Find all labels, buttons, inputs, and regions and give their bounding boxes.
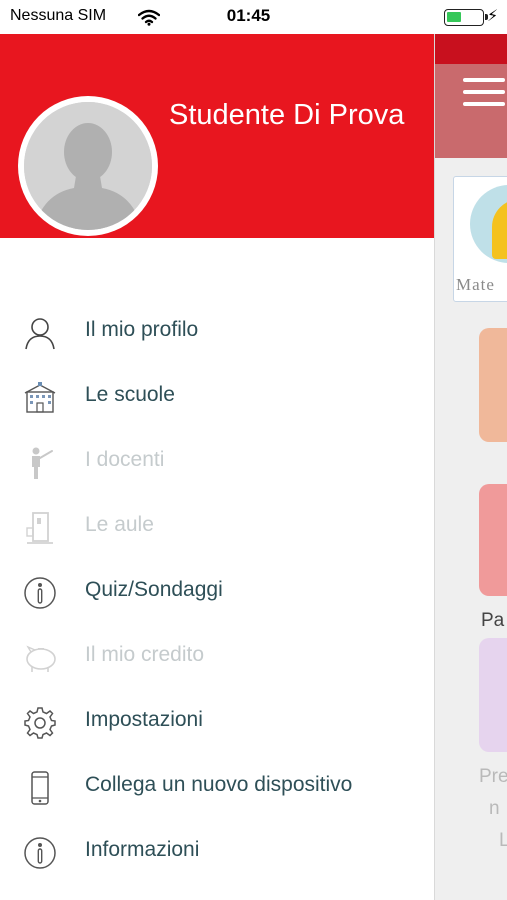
status-bar: Nessuna SIM 01:45 ⚡︎ [0, 0, 507, 34]
menu-item-teachers[interactable]: I docenti [0, 435, 434, 491]
clock: 01:45 [226, 6, 271, 25]
navigation-drawer: Studente Di Prova Il mio profilo Le scuo… [0, 34, 434, 900]
classroom-door-icon [22, 510, 58, 546]
avatar[interactable] [18, 96, 158, 236]
charging-bolt-icon: ⚡︎ [487, 6, 499, 25]
battery-icon [444, 9, 488, 26]
menu-item-label: Quiz/Sondaggi [85, 578, 223, 601]
menu-item-info[interactable]: Informazioni [0, 825, 434, 881]
menu-item-label: Collega un nuovo dispositivo [85, 773, 353, 796]
background-nav-bar [435, 64, 507, 158]
menu-item-label: Il mio profilo [85, 318, 199, 341]
smartphone-icon [22, 770, 58, 806]
menu-item-label: Il mio credito [85, 643, 205, 666]
menu-item-label: I docenti [85, 448, 165, 471]
piggy-bank-icon [22, 640, 58, 676]
menu-item-label: Impostazioni [85, 708, 203, 731]
background-text: L [499, 830, 507, 852]
drawer-header: Studente Di Prova [0, 34, 434, 238]
menu-item-label: Le scuole [85, 383, 175, 406]
background-top-bar [435, 34, 507, 64]
battery-level [447, 12, 461, 22]
info-icon [22, 575, 58, 611]
tile-orange[interactable] [479, 328, 507, 442]
background-text: Pre [479, 766, 507, 787]
menu-item-credit[interactable]: Il mio credito [0, 630, 434, 686]
info-icon [22, 835, 58, 871]
background-text: n [489, 798, 500, 819]
menu-item-quiz[interactable]: Quiz/Sondaggi [0, 565, 434, 621]
user-name: Studente Di Prova [169, 99, 405, 131]
gear-icon [22, 705, 58, 741]
person-silhouette-icon [24, 102, 152, 230]
background-app[interactable]: Mate Pa Pre n L [434, 34, 507, 900]
school-building-icon [22, 380, 58, 416]
menu-item-classrooms[interactable]: Le aule [0, 500, 434, 556]
teacher-icon [22, 445, 58, 481]
menu-item-schools[interactable]: Le scuole [0, 370, 434, 426]
subject-card-label: Mate [456, 275, 495, 294]
background-text: Pa [481, 610, 505, 631]
menu-item-label: Le aule [85, 513, 154, 536]
menu-item-settings[interactable]: Impostazioni [0, 695, 434, 751]
bell-icon [470, 185, 507, 263]
menu-item-profile[interactable]: Il mio profilo [0, 305, 434, 361]
menu-item-link-device[interactable]: Collega un nuovo dispositivo [0, 760, 434, 816]
user-icon [22, 315, 58, 351]
hamburger-menu-icon[interactable] [463, 78, 507, 108]
tile-lilac[interactable] [479, 638, 507, 752]
tile-pink[interactable] [479, 484, 507, 596]
subject-card[interactable]: Mate [453, 176, 507, 302]
menu-item-label: Informazioni [85, 838, 200, 861]
